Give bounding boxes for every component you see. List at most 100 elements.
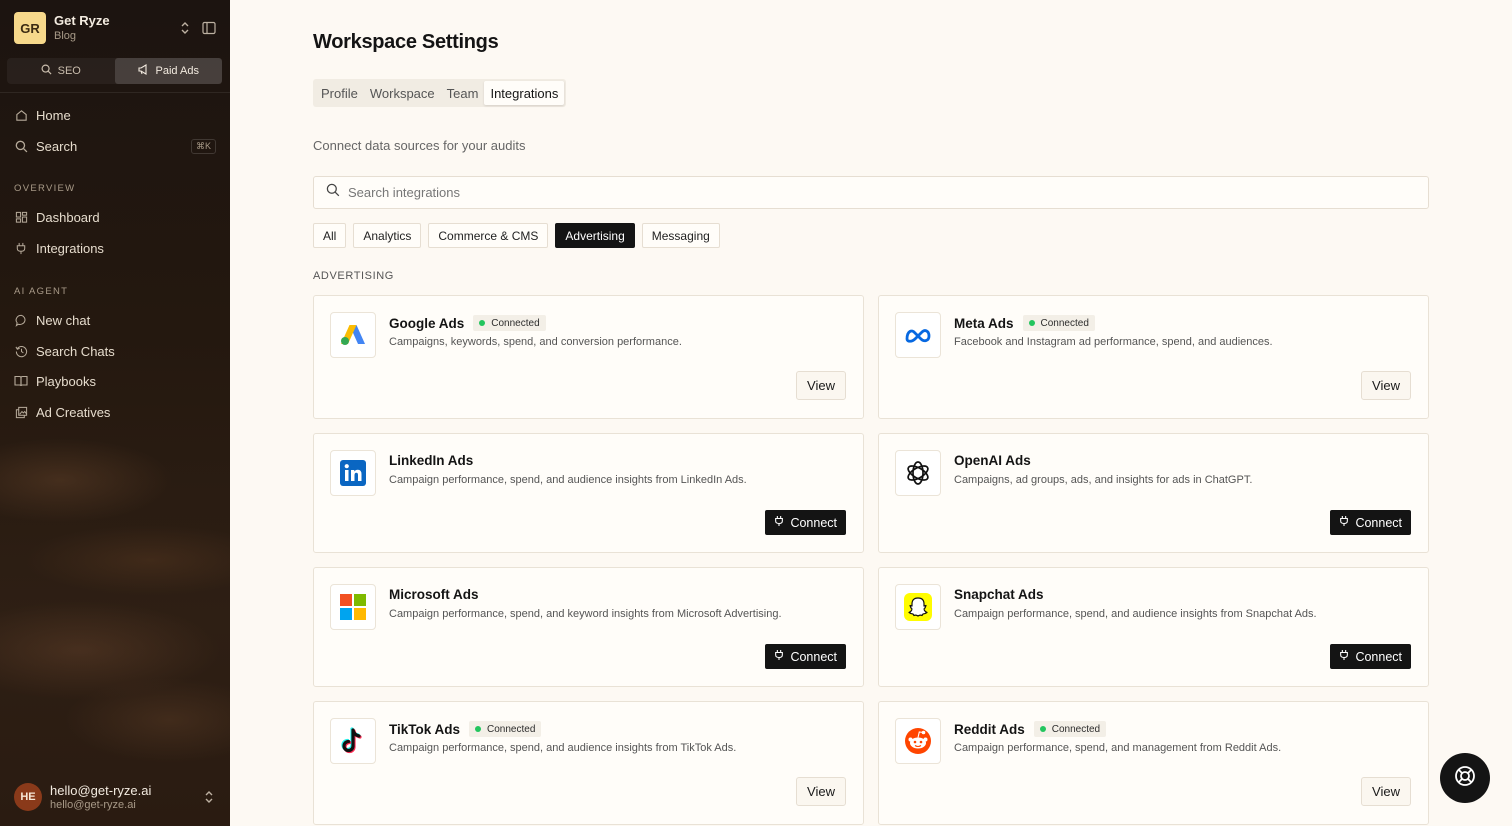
- tab-team[interactable]: Team: [441, 81, 485, 105]
- tab-workspace[interactable]: Workspace: [364, 81, 441, 105]
- integration-name: Google Ads: [389, 315, 465, 331]
- workspace-subtitle: Blog: [54, 30, 77, 42]
- integration-name: Snapchat Ads: [954, 587, 1044, 602]
- google-ads-icon: [330, 312, 376, 358]
- nav-ad-creatives[interactable]: Ad Creatives: [14, 400, 216, 424]
- mode-switch: SEO Paid Ads: [7, 58, 222, 84]
- integration-description: Campaign performance, spend, and managem…: [954, 742, 1282, 754]
- plug-icon: [774, 649, 784, 664]
- integration-card-microsoft-ads: Microsoft Ads Campaign performance, spen…: [313, 567, 864, 687]
- meta-icon: [895, 312, 941, 358]
- nav-home[interactable]: Home: [14, 103, 216, 127]
- user-menu[interactable]: HE hello@get-ryze.ai hello@get-ryze.ai: [14, 782, 218, 812]
- nav-ad-creatives-label: Ad Creatives: [36, 404, 111, 420]
- search-shortcut: ⌘K: [190, 138, 216, 154]
- sidebar: GR Get Ryze Blog SEO Paid Ads Home Searc…: [0, 0, 230, 826]
- connect-button[interactable]: Connect: [765, 644, 846, 669]
- section-ai-agent: AI AGENT: [14, 286, 69, 297]
- integration-card-openai-ads: OpenAI Ads Campaigns, ad groups, ads, an…: [878, 433, 1429, 553]
- integration-name: OpenAI Ads: [954, 453, 1031, 468]
- integration-name: Microsoft Ads: [389, 587, 479, 602]
- sidebar-toggle-icon[interactable]: [200, 19, 218, 37]
- status-dot: [1039, 726, 1046, 732]
- integration-description: Campaign performance, spend, and keyword…: [389, 608, 782, 620]
- category-heading: ADVERTISING: [313, 270, 394, 282]
- view-button[interactable]: View: [796, 371, 846, 400]
- nav-integrations[interactable]: Integrations: [14, 236, 216, 260]
- integration-description: Campaign performance, spend, and audienc…: [389, 742, 737, 754]
- status-label: Connected: [1051, 723, 1101, 735]
- connect-button[interactable]: Connect: [1330, 510, 1411, 535]
- user-email: hello@get-ryze.ai: [50, 798, 136, 811]
- sidebar-divider: [0, 92, 230, 93]
- nav-search-chats[interactable]: Search Chats: [14, 339, 216, 363]
- chevron-up-down-icon[interactable]: [176, 19, 194, 37]
- view-button[interactable]: View: [796, 777, 846, 806]
- integration-description: Campaigns, ad groups, ads, and insights …: [954, 474, 1253, 486]
- search-input[interactable]: [348, 185, 1248, 200]
- filter-commerce-cms[interactable]: Commerce & CMS: [428, 223, 549, 248]
- chevron-up-down-icon[interactable]: [200, 788, 218, 806]
- lifebuoy-icon: [1454, 765, 1476, 792]
- filter-messaging[interactable]: Messaging: [641, 223, 720, 248]
- integration-card-tiktok-ads: TikTok Ads Connected Campaign performanc…: [313, 701, 864, 825]
- mode-seo-button[interactable]: SEO: [7, 58, 115, 84]
- integration-search: [313, 176, 1429, 209]
- view-button[interactable]: View: [1361, 777, 1411, 806]
- snapchat-icon: [895, 584, 941, 630]
- nav-dashboard-label: Dashboard: [36, 209, 100, 225]
- chat-bubble-icon: [14, 313, 28, 327]
- connect-label: Connect: [1355, 649, 1402, 664]
- status-label: Connected: [487, 723, 536, 735]
- tiktok-icon: [330, 718, 376, 764]
- integration-description: Campaigns, keywords, spend, and conversi…: [389, 336, 682, 348]
- microsoft-icon: [330, 584, 376, 630]
- view-button[interactable]: View: [1361, 371, 1411, 400]
- settings-tabs: Profile Workspace Team Integrations: [313, 79, 567, 107]
- nav-integrations-label: Integrations: [36, 240, 104, 256]
- status-badge: Connected: [473, 315, 546, 331]
- home-icon: [14, 108, 28, 122]
- search-icon: [14, 139, 28, 153]
- filter-all[interactable]: All: [313, 223, 347, 248]
- mode-paid-ads-label: Paid Ads: [155, 65, 199, 77]
- status-label: Connected: [491, 317, 540, 329]
- mode-paid-ads-button[interactable]: Paid Ads: [114, 58, 222, 84]
- integration-name: Reddit Ads: [954, 721, 1025, 737]
- integration-card-linkedin-ads: LinkedIn Ads Campaign performance, spend…: [313, 433, 864, 553]
- nav-home-label: Home: [36, 107, 71, 123]
- workspace-logo: GR: [14, 12, 46, 44]
- category-filters: All Analytics Commerce & CMS Advertising…: [313, 223, 720, 248]
- status-label: Connected: [1040, 317, 1089, 329]
- nav-new-chat-label: New chat: [36, 312, 91, 328]
- status-dot: [475, 726, 482, 732]
- plug-icon: [1339, 649, 1349, 664]
- book-open-icon: [14, 374, 28, 388]
- page-title: Workspace Settings: [313, 31, 499, 53]
- page-subtitle: Connect data sources for your audits: [313, 138, 526, 153]
- nav-dashboard[interactable]: Dashboard: [14, 205, 216, 229]
- connect-button[interactable]: Connect: [765, 510, 846, 535]
- nav-search-label: Search: [36, 138, 78, 154]
- filter-advertising[interactable]: Advertising: [555, 223, 635, 248]
- nav-search[interactable]: Search ⌘K: [14, 134, 216, 158]
- linkedin-icon: [330, 450, 376, 496]
- avatar: HE: [14, 783, 42, 811]
- connect-button[interactable]: Connect: [1330, 644, 1411, 669]
- dashboard-icon: [14, 210, 28, 224]
- search-icon: [41, 64, 52, 78]
- nav-playbooks-label: Playbooks: [36, 373, 96, 389]
- megaphone-icon: [137, 64, 150, 78]
- filter-analytics[interactable]: Analytics: [353, 223, 422, 248]
- tab-profile[interactable]: Profile: [315, 81, 364, 105]
- images-icon: [14, 405, 28, 419]
- help-button[interactable]: [1440, 753, 1490, 803]
- workspace-switcher[interactable]: GR Get Ryze Blog: [14, 12, 218, 44]
- tab-integrations[interactable]: Integrations: [484, 81, 565, 105]
- integration-card-snapchat-ads: Snapchat Ads Campaign performance, spend…: [878, 567, 1429, 687]
- nav-new-chat[interactable]: New chat: [14, 308, 216, 332]
- nav-playbooks[interactable]: Playbooks: [14, 369, 216, 393]
- reddit-icon: [895, 718, 941, 764]
- search-icon: [326, 183, 340, 202]
- integration-name: TikTok Ads: [389, 721, 461, 737]
